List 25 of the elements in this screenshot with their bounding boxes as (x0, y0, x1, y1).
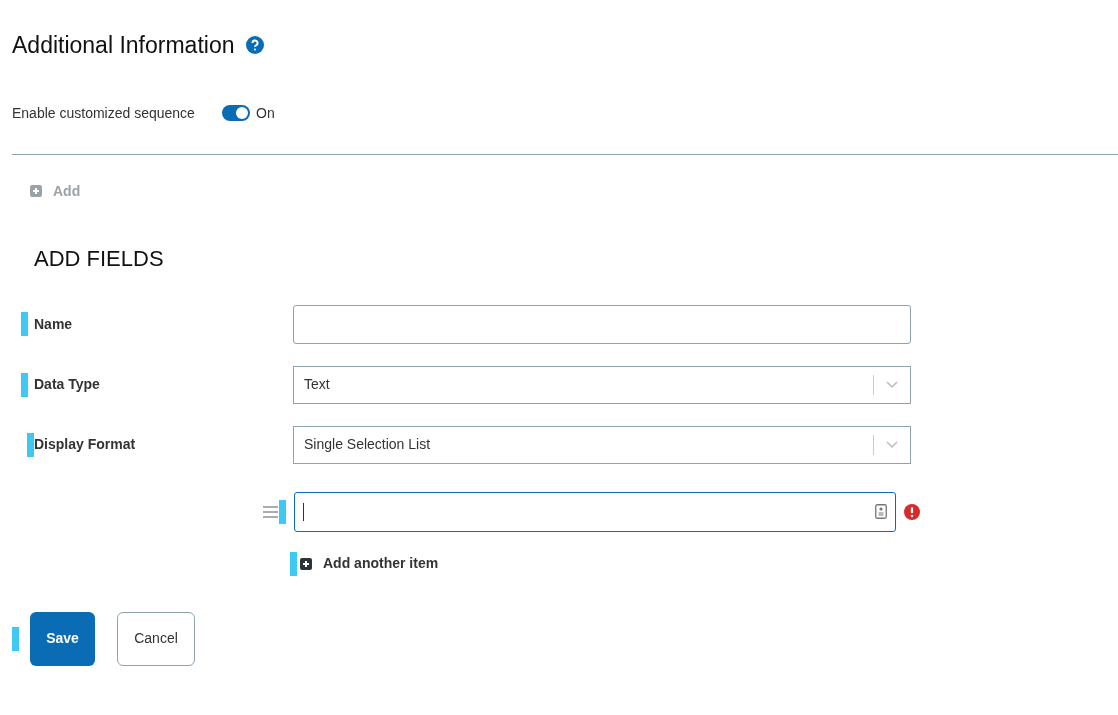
help-icon[interactable] (246, 36, 265, 55)
drag-handle-icon[interactable] (263, 505, 278, 518)
contact-card-icon (875, 504, 887, 519)
select-field[interactable]: Single Selection List (293, 425, 911, 464)
item-field[interactable] (294, 491, 896, 532)
toggle-switch[interactable] (222, 105, 250, 121)
plus-icon (300, 557, 312, 570)
add-item-link[interactable]: Add another item (300, 553, 439, 574)
select-field[interactable]: Text (293, 365, 911, 404)
section-title: ADD FIELDS (34, 244, 165, 273)
field-label: Display Format (34, 435, 137, 454)
page-title: Additional Information (12, 31, 235, 60)
chevron-down-icon (886, 380, 898, 389)
save-button[interactable]: Save (30, 611, 95, 666)
required-marker (279, 499, 286, 524)
required-marker (290, 551, 297, 576)
required-marker (12, 626, 19, 651)
text-field[interactable] (293, 304, 911, 344)
chevron-down-icon (886, 440, 898, 449)
toggle-state: On (256, 103, 275, 123)
plus-icon (30, 185, 42, 197)
field-label: Name (34, 314, 74, 334)
field-label: Data Type (34, 375, 101, 394)
cancel-button[interactable]: Cancel (117, 611, 195, 666)
toggle-label: Enable customized sequence (12, 103, 196, 123)
